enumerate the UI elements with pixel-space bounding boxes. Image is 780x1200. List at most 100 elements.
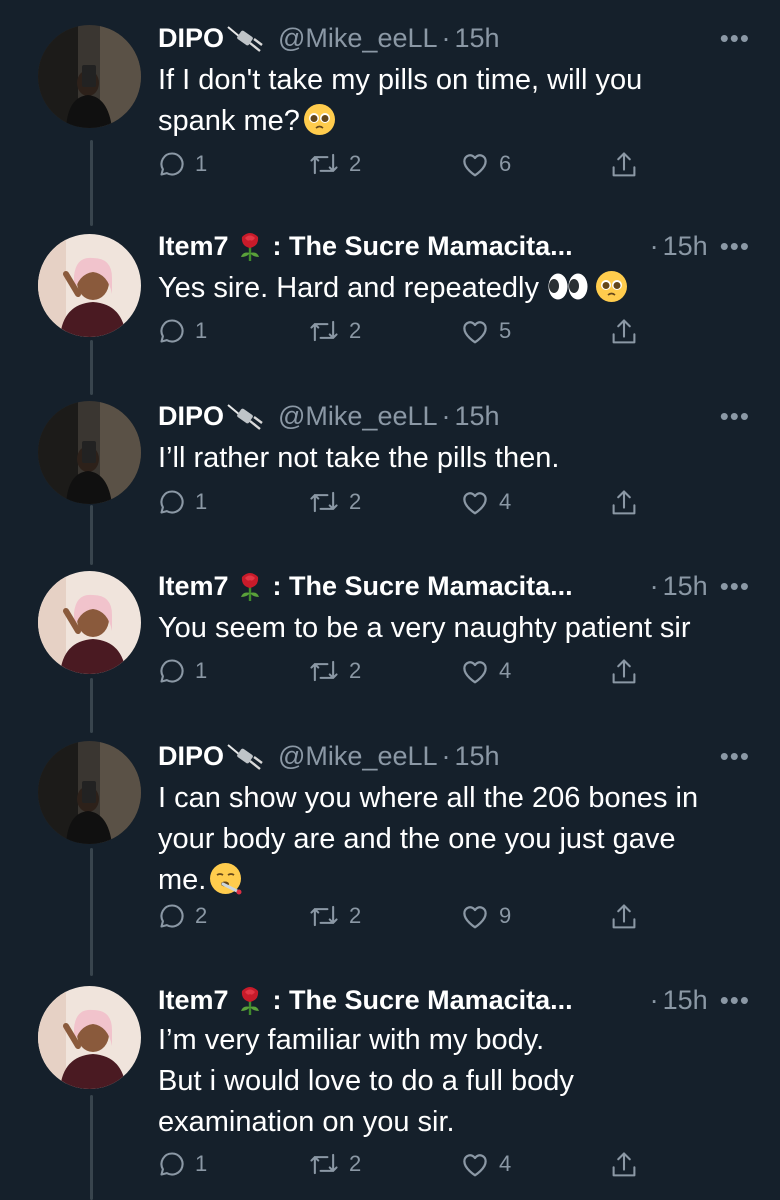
more-options-icon[interactable]: ••• — [720, 987, 750, 1013]
tweet-time[interactable]: 15h — [455, 741, 500, 772]
share-button[interactable] — [610, 488, 638, 518]
avatar[interactable] — [38, 234, 141, 337]
tweet[interactable]: DIPO @Mike_eeLL · 15h ••• I’ll rather no… — [0, 390, 780, 560]
tweet-time[interactable]: 15h — [663, 231, 708, 262]
tweet-line: me. — [158, 864, 207, 896]
rose-icon — [231, 231, 269, 261]
reply-icon — [160, 490, 184, 514]
avatar[interactable] — [38, 571, 141, 674]
share-button[interactable] — [610, 657, 638, 687]
more-options-icon[interactable]: ••• — [720, 573, 750, 599]
avatar[interactable] — [38, 25, 141, 128]
reply-button[interactable]: 1 — [158, 150, 207, 178]
author-name-suffix[interactable]: : The Sucre Mamacita... — [273, 231, 573, 262]
reply-count: 2 — [195, 903, 208, 928]
retweet-button[interactable]: 2 — [308, 1150, 361, 1178]
retweet-icon — [310, 491, 338, 513]
tweet-time[interactable]: 15h — [663, 985, 708, 1016]
author-name-suffix[interactable]: : The Sucre Mamacita... — [273, 571, 573, 602]
more-options-icon[interactable]: ••• — [720, 743, 750, 769]
reply-count: 1 — [195, 318, 208, 343]
tweet[interactable]: DIPO @Mike_eeLL · 15h ••• If I don't tak… — [0, 0, 780, 220]
tweet[interactable]: Item7 : The Sucre Mamacita... · 15h ••• … — [0, 560, 780, 730]
like-button[interactable]: 4 — [460, 488, 511, 516]
like-count: 6 — [499, 151, 512, 176]
tweet-time[interactable]: 15h — [663, 571, 708, 602]
tweet-line: examination on you sir. — [158, 1106, 455, 1138]
tweet-text: If I don't take my pills on time, will y… — [158, 60, 740, 142]
retweet-button[interactable]: 2 — [308, 317, 361, 345]
tweet-time[interactable]: 15h — [455, 23, 500, 54]
like-button[interactable]: 9 — [460, 902, 511, 930]
separator: · — [441, 740, 451, 771]
like-button[interactable]: 4 — [460, 1150, 511, 1178]
reply-button[interactable]: 1 — [158, 657, 207, 685]
author-name[interactable]: Item7 — [158, 571, 229, 602]
share-button[interactable] — [610, 317, 638, 347]
author-name[interactable]: Item7 — [158, 985, 229, 1016]
reply-button[interactable]: 1 — [158, 1150, 207, 1178]
reply-button[interactable]: 2 — [158, 902, 207, 930]
retweet-button[interactable]: 2 — [308, 488, 361, 516]
separator: · — [441, 400, 451, 431]
heart-icon — [463, 321, 487, 344]
heart-icon — [463, 492, 487, 515]
like-button[interactable]: 5 — [460, 317, 511, 345]
more-options-icon[interactable]: ••• — [720, 403, 750, 429]
author-handle[interactable]: @Mike_eeLL — [278, 741, 438, 772]
share-icon — [612, 904, 636, 929]
tweet-line: your body are and the one you just gave — [158, 823, 676, 855]
reply-icon — [160, 319, 184, 343]
author-name[interactable]: DIPO — [158, 741, 224, 772]
tweet[interactable]: Item7 : The Sucre Mamacita... · 15h ••• … — [0, 220, 780, 390]
reply-icon — [160, 1152, 184, 1176]
tweet-line: I’m very familiar with my body. — [158, 1024, 545, 1056]
author-name[interactable]: Item7 — [158, 231, 229, 262]
plug-icon — [226, 23, 264, 53]
like-count: 5 — [499, 318, 512, 343]
more-options-icon[interactable]: ••• — [720, 25, 750, 51]
author-name[interactable]: DIPO — [158, 401, 224, 432]
share-button[interactable] — [610, 150, 638, 180]
tweet-line: If I don't take my pills on time, will y… — [158, 64, 643, 96]
retweet-icon — [310, 1153, 338, 1175]
reply-button[interactable]: 1 — [158, 488, 207, 516]
tweet-line: I can show you where all the 206 bones i… — [158, 782, 699, 814]
tweet[interactable]: DIPO @Mike_eeLL · 15h ••• I can show you… — [0, 730, 780, 980]
tweet-time[interactable]: 15h — [455, 401, 500, 432]
retweet-button[interactable]: 2 — [308, 150, 361, 178]
avatar[interactable] — [38, 401, 141, 504]
tweet-text: I can show you where all the 206 bones i… — [158, 778, 740, 901]
pleading-face-emoji — [303, 103, 336, 136]
reply-button[interactable]: 1 — [158, 317, 207, 345]
share-button[interactable] — [610, 1150, 638, 1180]
retweet-button[interactable]: 2 — [308, 902, 361, 930]
share-icon — [612, 659, 636, 684]
share-button[interactable] — [610, 902, 638, 932]
rose-icon — [231, 571, 269, 601]
retweet-button[interactable]: 2 — [308, 657, 361, 685]
more-options-icon[interactable]: ••• — [720, 233, 750, 259]
retweet-icon — [310, 660, 338, 682]
like-button[interactable]: 4 — [460, 657, 511, 685]
tweet-line: I’ll rather not take the pills then. — [158, 442, 560, 474]
tweet-text: You seem to be a very naughty patient si… — [158, 608, 740, 649]
avatar[interactable] — [38, 741, 141, 844]
author-handle[interactable]: @Mike_eeLL — [278, 23, 438, 54]
pleading-face-emoji — [595, 270, 628, 303]
share-icon — [612, 319, 636, 344]
share-icon — [612, 490, 636, 515]
plug-icon — [226, 401, 264, 431]
tweet-text: I’ll rather not take the pills then. — [158, 438, 740, 479]
author-name-suffix[interactable]: : The Sucre Mamacita... — [273, 985, 573, 1016]
tweet-text: Yes sire. Hard and repeatedly — [158, 268, 740, 309]
reply-icon — [160, 659, 184, 683]
plug-icon — [226, 741, 264, 771]
reply-count: 1 — [195, 489, 208, 514]
author-name[interactable]: DIPO — [158, 23, 224, 54]
tweet[interactable]: Item7 : The Sucre Mamacita... · 15h ••• … — [0, 980, 780, 1200]
reply-count: 1 — [195, 658, 208, 683]
author-handle[interactable]: @Mike_eeLL — [278, 401, 438, 432]
avatar[interactable] — [38, 986, 141, 1089]
like-button[interactable]: 6 — [460, 150, 511, 178]
